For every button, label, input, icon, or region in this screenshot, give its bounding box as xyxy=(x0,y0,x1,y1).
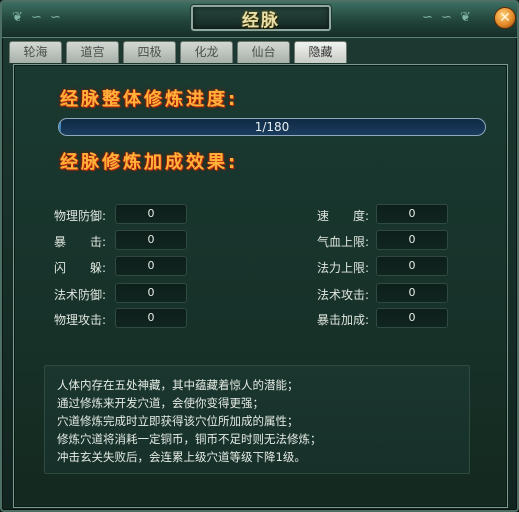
tab-bar: 轮海 道宫 四极 化龙 仙台 隐藏 xyxy=(9,41,351,63)
window-title: 经脉 xyxy=(242,10,280,31)
stat-label-hp-limit: 气血上限: xyxy=(316,235,369,249)
bonus-heading: 经脉修炼加成效果: xyxy=(60,152,239,173)
stat-label-critical: 暴 击: xyxy=(53,235,106,249)
stat-value-physical-defense: 0 xyxy=(115,204,187,224)
stat-value-magic-defense: 0 xyxy=(115,283,187,303)
description-line: 冲击玄关失败后，会连累上级穴道等级下降1级。 xyxy=(57,450,306,464)
tab-xiantai[interactable]: 仙台 xyxy=(237,41,290,63)
stat-label-physical-attack: 物理攻击: xyxy=(53,313,106,327)
stat-label-magic-defense: 法术防御: xyxy=(53,288,106,302)
tab-hualong[interactable]: 化龙 xyxy=(180,41,233,63)
stat-value-crit-bonus: 0 xyxy=(376,308,448,328)
description-box: 人体内存在五处神藏，其中蕴藏着惊人的潜能； 通过修炼来开发穴道，会使你变得更强；… xyxy=(44,365,470,474)
right-ornament-icon: ∽ ∽ ❦ xyxy=(422,10,473,25)
close-button[interactable]: ✕ xyxy=(494,7,516,29)
stat-label-speed: 速 度: xyxy=(316,209,369,223)
stat-label-magic-attack: 法术攻击: xyxy=(316,288,369,302)
stat-value-hp-limit: 0 xyxy=(376,230,448,250)
main-panel: 经脉整体修炼进度: 1/180 经脉修炼加成效果: 物理防御: 0 暴 击: 0… xyxy=(13,64,508,508)
close-icon: ✕ xyxy=(499,10,511,26)
stat-value-speed: 0 xyxy=(376,204,448,224)
stat-label-physical-defense: 物理防御: xyxy=(53,209,106,223)
tab-daogong[interactable]: 道宫 xyxy=(66,41,119,63)
description-line: 穴道修炼完成时立即获得该穴位所加成的属性； xyxy=(57,414,299,428)
description-line: 人体内存在五处神藏，其中蕴藏着惊人的潜能； xyxy=(57,378,299,392)
progress-bar: 1/180 xyxy=(58,118,486,136)
meridian-window: ❦ ∽ ∽ ∽ ∽ ❦ 经脉 ✕ 轮海 道宫 四极 化龙 仙台 隐藏 经脉整体修… xyxy=(0,0,519,512)
description-line: 通过修炼来开发穴道，会使你变得更强； xyxy=(57,396,264,410)
stat-value-physical-attack: 0 xyxy=(115,308,187,328)
tab-lunhai[interactable]: 轮海 xyxy=(9,41,62,63)
progress-heading: 经脉整体修炼进度: xyxy=(60,89,239,110)
stat-value-critical: 0 xyxy=(115,230,187,250)
stat-label-crit-bonus: 暴击加成: xyxy=(316,313,369,327)
description-line: 修炼穴道将消耗一定铜币，铜币不足时则无法修炼； xyxy=(57,432,322,446)
stat-value-magic-attack: 0 xyxy=(376,283,448,303)
stat-label-mp-limit: 法力上限: xyxy=(316,261,369,275)
window-title-plate: 经脉 xyxy=(191,5,331,31)
progress-text: 1/180 xyxy=(254,120,290,134)
stat-value-mp-limit: 0 xyxy=(376,256,448,276)
title-bar: ❦ ∽ ∽ ∽ ∽ ❦ 经脉 ✕ xyxy=(2,2,517,38)
tab-yincang[interactable]: 隐藏 xyxy=(294,41,347,63)
left-ornament-icon: ❦ ∽ ∽ xyxy=(12,10,63,25)
tab-siji[interactable]: 四极 xyxy=(123,41,176,63)
stat-label-dodge: 闪 躲: xyxy=(53,261,106,275)
stat-value-dodge: 0 xyxy=(115,256,187,276)
